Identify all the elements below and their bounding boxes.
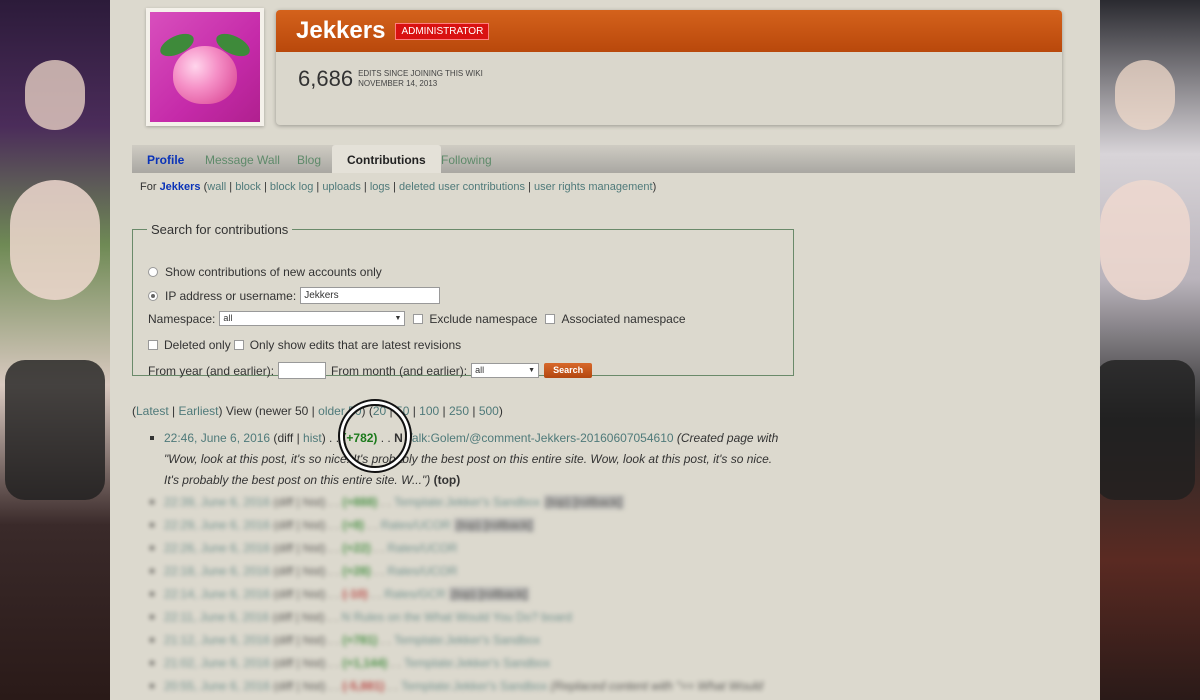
search-contributions-form: Search for contributions Show contributi… (132, 222, 794, 379)
profile-header: Jekkers ADMINISTRATOR 6,686 EDITS SINCE … (276, 10, 1062, 125)
uploads-link[interactable]: uploads (322, 181, 361, 193)
earliest-link[interactable]: Earliest (179, 404, 219, 418)
list-item: 22:29, June 6, 2016 (diff | hist) . . (+… (150, 515, 790, 536)
limit-100-link[interactable]: 100 (419, 404, 439, 418)
hist-link[interactable]: hist (303, 431, 322, 445)
list-item: 22:18, June 6, 2016 (diff | hist) . . (+… (150, 561, 790, 582)
join-date: NOVEMBER 14, 2013 (358, 79, 438, 88)
username-input[interactable]: Jekkers (300, 287, 441, 304)
ip-username-option[interactable]: IP address or username: Jekkers (148, 287, 441, 304)
latest-only-checkbox[interactable] (233, 340, 244, 350)
associated-namespace-checkbox[interactable] (545, 313, 556, 324)
year-input[interactable] (278, 362, 327, 379)
tab-contributions[interactable]: Contributions (332, 145, 441, 173)
administrator-badge: ADMINISTRATOR (395, 22, 490, 40)
left-background-art (0, 0, 110, 700)
profile-header-bar: Jekkers ADMINISTRATOR (276, 10, 1062, 52)
edit-stats: 6,686 EDITS SINCE JOINING THIS WIKI NOVE… (298, 66, 483, 92)
page-link[interactable]: Talk:Golem/@comment-Jekkers-201606070546… (406, 431, 674, 445)
chevron-down-icon: ▼ (528, 367, 536, 374)
limit-500-link[interactable]: 500 (479, 404, 499, 418)
avatar[interactable] (146, 8, 264, 126)
diff-link[interactable]: diff (277, 431, 293, 445)
deleted-only-checkbox[interactable] (148, 340, 158, 350)
right-background-art (1090, 0, 1200, 700)
tab-message-wall[interactable]: Message Wall (190, 145, 295, 173)
peach-icon (156, 29, 254, 104)
tab-blog[interactable]: Blog (282, 145, 336, 173)
exclude-namespace-checkbox[interactable] (413, 313, 424, 324)
user-tool-links: For Jekkers (wall | block | block log | … (140, 181, 657, 193)
block-link[interactable]: block (235, 181, 261, 193)
top-marker: (top) (433, 473, 461, 487)
revision-time-link[interactable]: 22:46, June 6, 2016 (164, 431, 270, 445)
chevron-down-icon: ▼ (394, 315, 402, 322)
deleted-contributions-link[interactable]: deleted user contributions (399, 181, 525, 193)
namespace-row: Namespace: all ▼ Exclude namespace Associ… (148, 311, 686, 326)
deleted-latest-row: Deleted only Only show edits that are la… (140, 338, 461, 352)
limit-250-link[interactable]: 250 (449, 404, 469, 418)
list-item: 22:46, June 6, 2016 (diff | hist) . . (+… (150, 428, 790, 491)
ip-username-radio[interactable] (148, 290, 158, 301)
tab-following[interactable]: Following (426, 145, 507, 173)
new-accounts-radio[interactable] (148, 267, 158, 277)
search-legend: Search for contributions (151, 222, 289, 237)
list-item: 22:39, June 6, 2016 (diff | hist) . . (+… (150, 492, 790, 513)
logs-link[interactable]: logs (370, 181, 390, 193)
search-button[interactable]: Search (544, 363, 593, 378)
edit-count: 6,686 (298, 66, 354, 91)
list-item: 22:11, June 6, 2016 (diff | hist) . . N … (150, 607, 790, 628)
username: Jekkers (296, 17, 386, 44)
list-item: 22:14, June 6, 2016 (diff | hist) . . (-… (150, 584, 790, 605)
highlight-circle (343, 404, 407, 468)
list-item: 22:26, June 6, 2016 (diff | hist) . . (+… (150, 538, 790, 559)
user-link[interactable]: Jekkers (160, 181, 201, 193)
month-select[interactable]: all ▼ (471, 363, 540, 378)
profile-tabs: Profile Message Wall Blog Contributions … (132, 145, 1075, 173)
list-item: 20:55, June 6, 2016 (diff | hist) . . (-… (150, 676, 790, 697)
namespace-select[interactable]: all ▼ (219, 311, 406, 326)
user-rights-link[interactable]: user rights management (534, 181, 653, 193)
date-row: From year (and earlier): From month (and… (148, 362, 593, 379)
wiki-page: Jekkers ADMINISTRATOR 6,686 EDITS SINCE … (110, 0, 1100, 700)
latest-link[interactable]: Latest (136, 404, 169, 418)
wall-link[interactable]: wall (207, 181, 226, 193)
edit-count-label: EDITS SINCE JOINING THIS WIKI (358, 69, 483, 78)
new-accounts-option[interactable]: Show contributions of new accounts only (148, 265, 382, 279)
block-log-link[interactable]: block log (270, 181, 313, 193)
list-item: 21:12, June 6, 2016 (diff | hist) . . (+… (150, 630, 790, 651)
list-item: 21:02, June 6, 2016 (diff | hist) . . (+… (150, 653, 790, 674)
pagination: (Latest | Earliest) View (newer 50 | old… (132, 404, 503, 418)
